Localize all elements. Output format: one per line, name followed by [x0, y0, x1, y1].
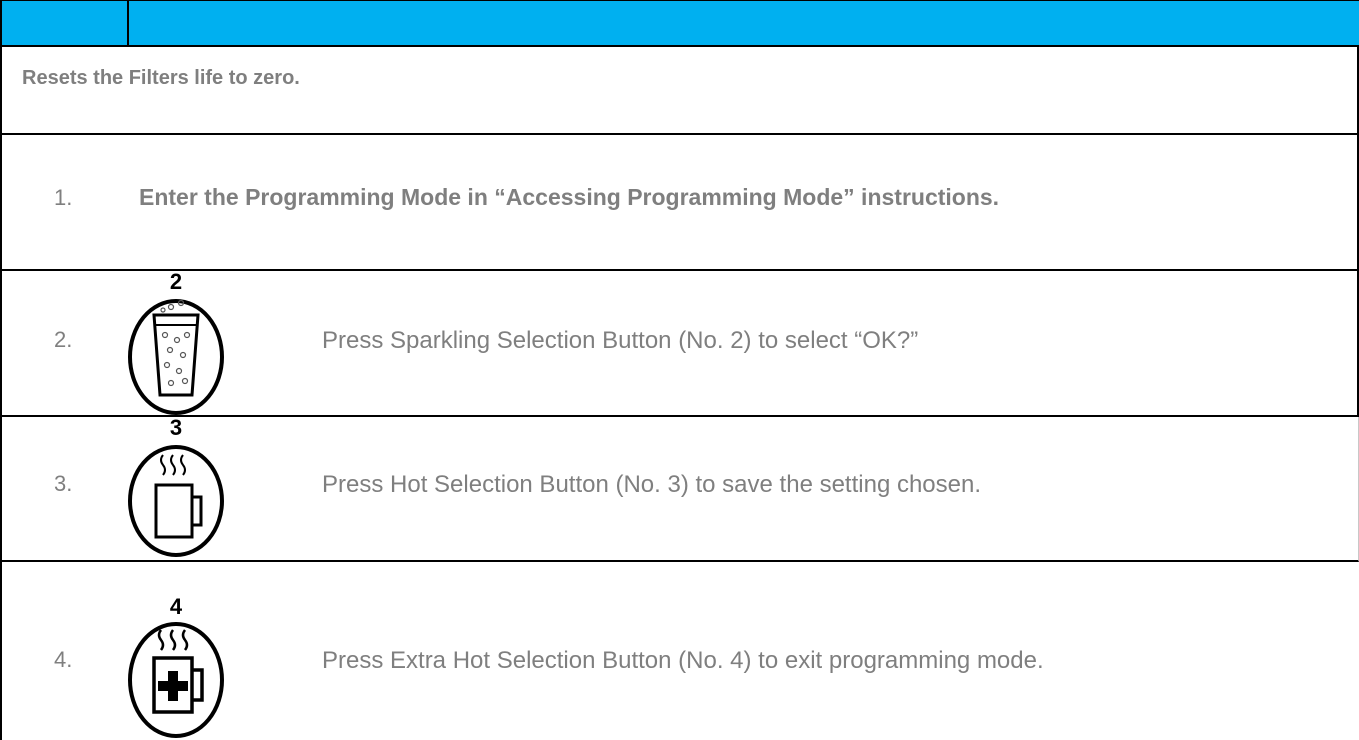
- step-number: 4.: [54, 647, 73, 672]
- header-divider: [127, 0, 129, 47]
- step-row-3: 3. 3 Press Hot Selection Button (No. 3) …: [0, 415, 1359, 562]
- step-text: Press Hot Selection Button (No. 3) to sa…: [322, 471, 982, 498]
- extra-hot-mug-icon: [128, 622, 224, 738]
- step-text: Press Extra Hot Selection Button (No. 4)…: [322, 647, 1044, 674]
- button-number: 2: [169, 269, 183, 294]
- step-number: 2.: [54, 327, 73, 352]
- button-number: 4: [169, 594, 183, 619]
- intro-text: Resets the Filters life to zero.: [22, 67, 300, 89]
- step-number: 1.: [54, 185, 73, 210]
- step-number: 3.: [54, 471, 73, 496]
- step-text: Enter the Programming Mode in “Accessing…: [139, 184, 1000, 210]
- sparkling-water-glass-icon: [128, 299, 224, 415]
- intro-row: Resets the Filters life to zero.: [0, 47, 1359, 135]
- step-row-2: 2. 2 Press Sparkling Selection Button (N…: [0, 269, 1359, 417]
- hot-mug-icon: [128, 445, 224, 557]
- step-row-4: 4. 4 Press Extra Hot Selection Button (N…: [0, 562, 1359, 740]
- step-text: Press Sparkling Selection Button (No. 2)…: [322, 327, 919, 354]
- step-row-1: 1. Enter the Programming Mode in “Access…: [0, 135, 1359, 271]
- table-header-bar: [0, 0, 1359, 47]
- button-number: 3: [169, 415, 183, 440]
